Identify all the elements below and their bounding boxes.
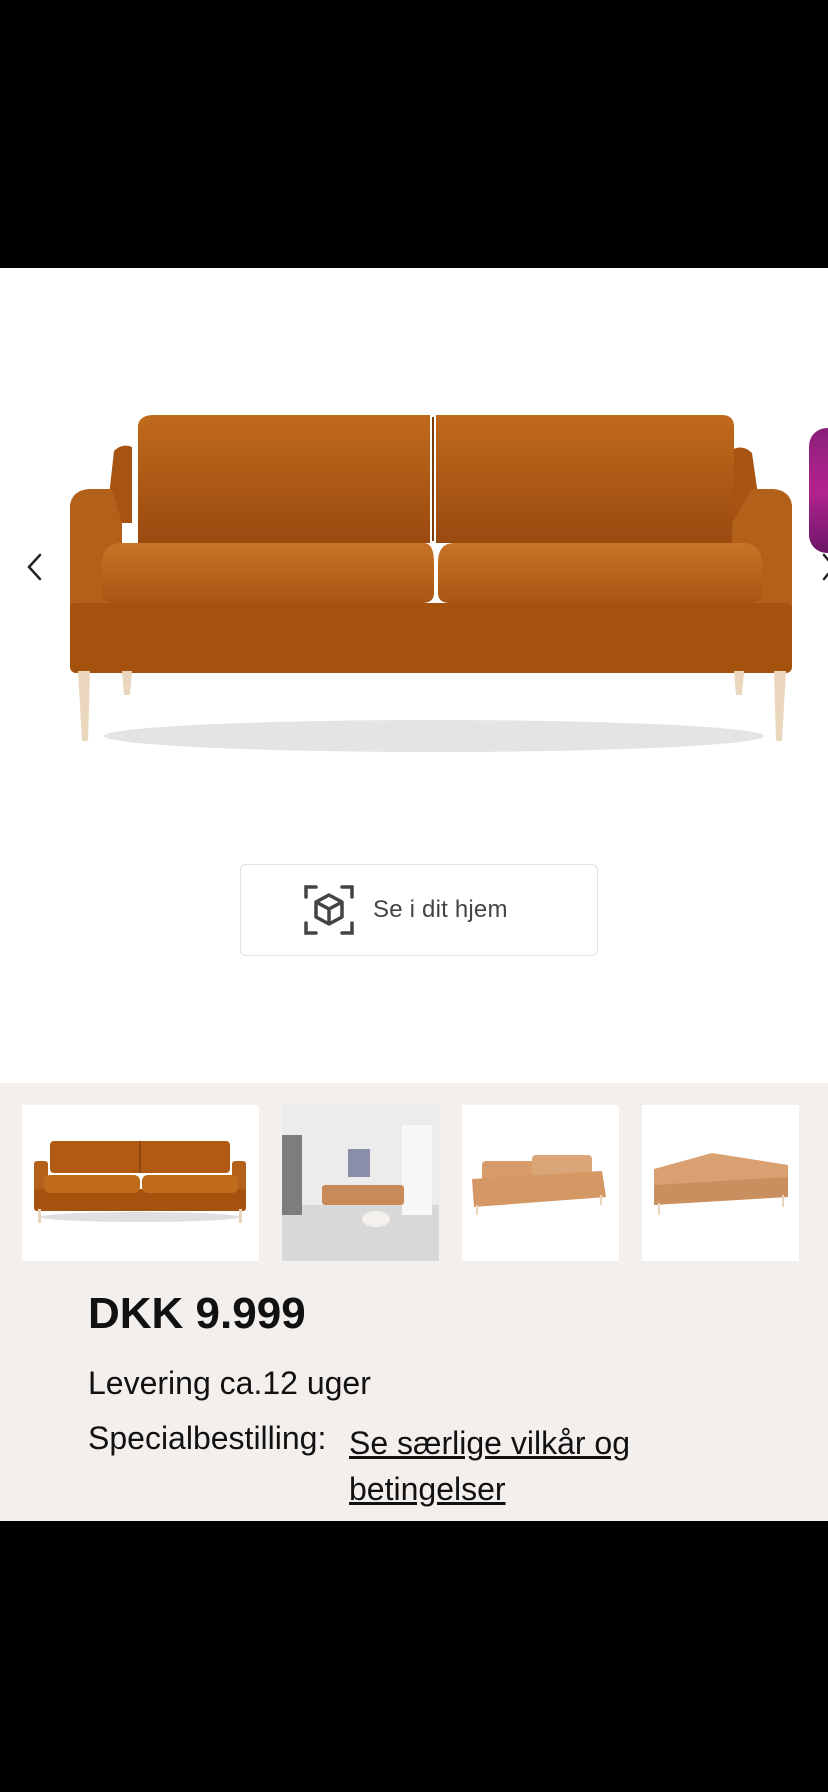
top-black-area [0, 0, 828, 268]
product-info-panel: DKK 9.999 Levering ca.12 uger Specialbes… [0, 1083, 828, 1521]
view-in-your-home-button[interactable]: Se i dit hjem [240, 864, 598, 956]
ar-cube-icon [301, 882, 357, 938]
thumbnail-strip[interactable] [0, 1105, 828, 1265]
product-image-carousel[interactable]: Se i dit hjem [0, 268, 828, 1083]
bottom-black-area [0, 1521, 828, 1792]
delivery-estimate: Levering ca.12 uger [88, 1365, 371, 1401]
product-price: DKK 9.999 [88, 1289, 306, 1338]
thumbnail-sofa-angle[interactable] [462, 1105, 619, 1261]
special-terms-link[interactable]: Se særlige vilkår og betingelser [349, 1420, 689, 1512]
next-image-button[interactable] [816, 550, 828, 584]
thumbnail-sofa-side[interactable] [642, 1105, 799, 1261]
chevron-right-icon [822, 553, 828, 581]
thumbnail-sofa-front[interactable] [22, 1105, 259, 1261]
view-in-your-home-label: Se i dit hjem [373, 896, 508, 923]
chevron-left-icon [27, 553, 42, 581]
previous-image-button[interactable] [18, 550, 52, 584]
sofa-image [70, 415, 792, 752]
special-order-label: Specialbestilling: [88, 1420, 327, 1456]
promo-side-tab[interactable] [809, 428, 828, 553]
thumbnail-sofa-in-room[interactable] [282, 1105, 439, 1261]
